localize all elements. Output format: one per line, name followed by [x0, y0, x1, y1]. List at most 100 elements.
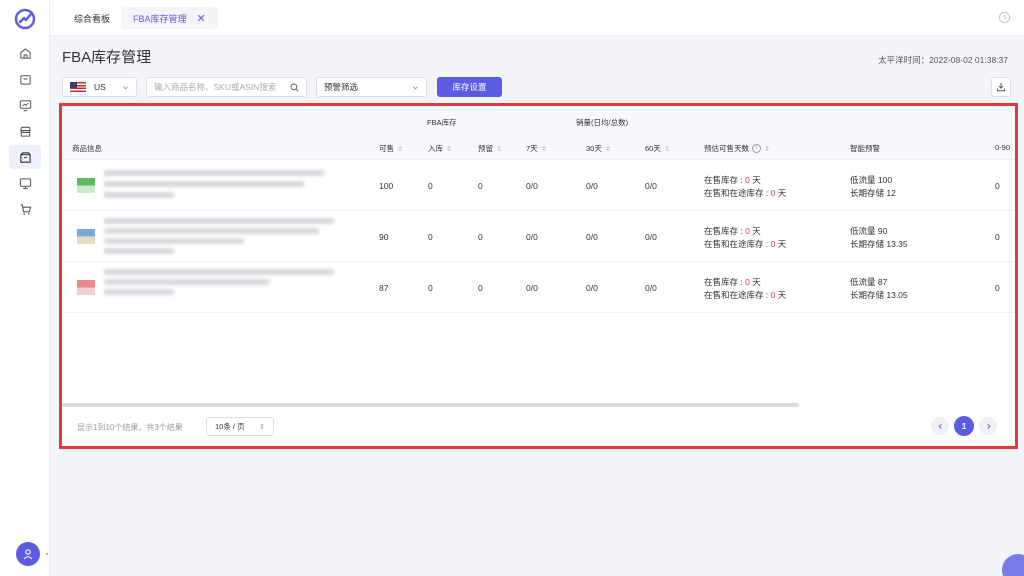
page-title: FBA库存管理 [62, 49, 152, 66]
table-header: FBA库存 销量(日均/总数) 商品信息 可售 入库 预留 7天 30天 60天… [62, 106, 1015, 160]
cell-available: 90 [379, 232, 389, 242]
col-reserved[interactable]: 预留 [478, 143, 501, 154]
cell-7d: 0/0 [526, 283, 538, 293]
country-select[interactable]: US [62, 77, 137, 97]
table-row[interactable]: 87 0 0 0/0 0/0 0/0 在售库存 : 0 天 在售和在途库存 : … [62, 262, 1015, 313]
avatar-menu-dot [46, 553, 48, 555]
us-flag-icon [70, 82, 86, 92]
col-inbound[interactable]: 入库 [428, 143, 451, 154]
cell-low-traffic: 低流量 87 [850, 277, 888, 287]
sort-icon[interactable] [447, 146, 451, 151]
sidebar-item-ads[interactable] [9, 93, 41, 117]
cell-60d: 0/0 [645, 232, 657, 242]
home-icon [19, 47, 31, 59]
cell-7d: 0/0 [526, 181, 538, 191]
page-number-current[interactable]: 1 [954, 416, 974, 436]
col-available[interactable]: 可售 [379, 143, 402, 154]
sidebar-item-orders[interactable] [9, 67, 41, 91]
cell-30d: 0/0 [586, 283, 598, 293]
store-icon [19, 126, 31, 137]
horizontal-scrollbar[interactable] [62, 403, 799, 407]
cell-inbound: 0 [428, 181, 433, 191]
cell-est-total: 在售和在途库存 : 0 天 [704, 239, 787, 249]
cell-30d: 0/0 [586, 232, 598, 242]
sidebar-item-cart[interactable] [9, 197, 41, 221]
product-thumbnail[interactable] [77, 229, 95, 244]
info-icon[interactable]: i [752, 144, 761, 153]
cell-low-traffic: 低流量 90 [850, 226, 888, 236]
tab-dashboard[interactable]: 综合看板 [62, 7, 122, 29]
cell-est-total: 在售和在途库存 : 0 天 [704, 290, 787, 300]
prev-page-button[interactable] [931, 417, 949, 435]
product-title-blurred [104, 218, 334, 224]
app-logo-icon[interactable] [14, 8, 36, 30]
cell-low-traffic: 低流量 100 [850, 175, 893, 185]
tab-bar: 综合看板 FBA库存管理 ✕ [50, 0, 1024, 36]
floating-help-button[interactable] [1002, 554, 1024, 576]
table-row[interactable]: 100 0 0 0/0 0/0 0/0 在售库存 : 0 天 在售和在途库存 :… [62, 160, 1015, 211]
inventory-settings-button[interactable]: 库存设置 [437, 77, 502, 97]
download-button[interactable] [991, 77, 1011, 97]
cell-long-term-storage: 长期存储 13.05 [850, 290, 908, 300]
cell-inbound: 0 [428, 232, 433, 242]
page-size-select[interactable]: 10条 / 页 ⇕ [206, 417, 274, 436]
inventory-box-icon [19, 151, 31, 163]
col-age: 0-90 [995, 143, 1011, 152]
country-value: US [94, 82, 106, 92]
sidebar-item-store[interactable] [9, 119, 41, 143]
sort-icon[interactable] [664, 146, 669, 151]
cell-est-sellable: 在售库存 : 0 天 [704, 226, 761, 236]
cell-reserved: 0 [478, 232, 483, 242]
warning-filter-select[interactable]: 预警筛选 [316, 77, 427, 97]
sort-icon[interactable] [497, 146, 501, 151]
tab-label: 综合看板 [74, 13, 111, 24]
warning-filter-value: 预警筛选 [324, 82, 359, 92]
cell-age: 0 [995, 283, 1000, 293]
col-60d[interactable]: 60天 [645, 143, 669, 154]
pacific-time: 太平洋时间：2022-08-02 01:38:37 [878, 55, 1008, 65]
sort-icon[interactable] [605, 146, 610, 151]
product-title-blurred [104, 170, 324, 176]
cell-7d: 0/0 [526, 232, 538, 242]
next-page-button[interactable] [979, 417, 997, 435]
product-sku-blurred [104, 228, 319, 234]
cell-reserved: 0 [478, 283, 483, 293]
sort-icon[interactable] [765, 146, 769, 151]
table-row[interactable]: 90 0 0 0/0 0/0 0/0 在售库存 : 0 天 在售和在途库存 : … [62, 211, 1015, 262]
cell-est-sellable: 在售库存 : 0 天 [704, 175, 761, 185]
sidebar-item-inventory[interactable] [9, 145, 41, 169]
cell-30d: 0/0 [586, 181, 598, 191]
cell-long-term-storage: 长期存储 13.35 [850, 239, 908, 249]
chevron-right-icon [986, 423, 990, 429]
search-input[interactable] [154, 82, 290, 92]
cell-60d: 0/0 [645, 283, 657, 293]
search-icon[interactable] [290, 83, 299, 92]
user-icon [23, 549, 33, 560]
product-extra-blurred [104, 248, 174, 254]
sort-icon[interactable] [541, 146, 546, 151]
sidebar-item-screen[interactable] [9, 171, 41, 195]
sort-icon[interactable] [398, 146, 402, 151]
user-avatar[interactable] [16, 542, 40, 566]
group-header-fba: FBA库存 [427, 118, 457, 127]
tab-fba-inventory[interactable]: FBA库存管理 ✕ [121, 7, 218, 29]
bag-icon [19, 74, 31, 85]
col-product: 商品信息 [72, 144, 102, 153]
col-est-days[interactable]: 预估可售天数 i [704, 143, 769, 154]
product-sku-blurred [104, 181, 304, 187]
product-thumbnail[interactable] [77, 178, 95, 193]
clock-icon[interactable] [998, 11, 1011, 24]
display-icon [19, 177, 31, 189]
cart-icon [19, 203, 31, 215]
product-sku-blurred [104, 279, 269, 285]
col-30d[interactable]: 30天 [586, 143, 610, 154]
sidebar-item-home[interactable] [9, 41, 41, 65]
product-title-blurred [104, 269, 334, 275]
cell-est-sellable: 在售库存 : 0 天 [704, 277, 761, 287]
product-thumbnail[interactable] [77, 280, 95, 295]
close-icon[interactable]: ✕ [197, 12, 206, 25]
product-asin-blurred [104, 238, 244, 244]
search-box [146, 77, 307, 97]
sidebar [0, 0, 50, 576]
col-7d[interactable]: 7天 [526, 143, 546, 154]
